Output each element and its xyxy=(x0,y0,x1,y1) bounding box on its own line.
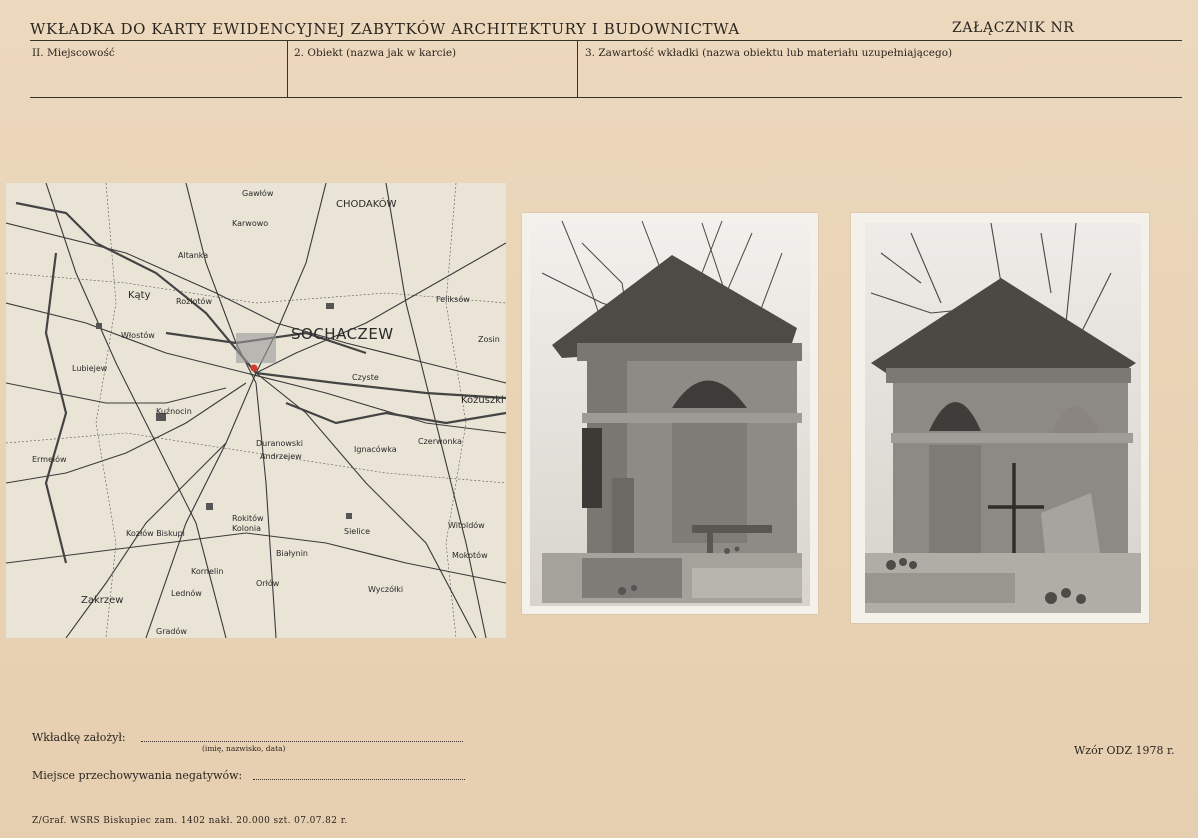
field-locality: II. Miejscowość xyxy=(32,47,115,59)
header-top-rule xyxy=(30,40,1182,41)
photo-chapel-side-view xyxy=(522,213,818,614)
annex-number-label: ZAŁĄCZNIK NR xyxy=(952,20,1075,36)
map-label-razlotow: Rozlotów xyxy=(176,297,212,306)
map-label-altanka: Altanka xyxy=(178,251,209,260)
map-label-gradow: Gradów xyxy=(156,627,187,636)
founded-by-field[interactable] xyxy=(141,741,463,742)
map-label-sochaczew: SOCHACZEW xyxy=(291,325,394,343)
photo-chapel-front-image xyxy=(865,222,1141,613)
map-label-sielice: Sielice xyxy=(344,527,370,536)
header-bottom-rule xyxy=(30,97,1182,98)
negatives-storage-field[interactable] xyxy=(253,779,465,780)
map-label-rokitow: Rokitów xyxy=(232,514,264,523)
map-label-felikslow: Feliksów xyxy=(436,295,470,304)
map-label-orlow: Orłów xyxy=(256,579,280,588)
founded-by-label: Wkładkę założył: xyxy=(32,731,126,744)
map-label-lubiejew: Lubiejew xyxy=(72,364,108,373)
map-label-bialynin: Białynin xyxy=(276,549,308,558)
map-roads xyxy=(6,183,506,638)
map-label-ermelow: Ermelów xyxy=(32,455,67,464)
field-divider-2 xyxy=(577,40,578,97)
photo-chapel-front-view xyxy=(851,213,1149,623)
map-label-kozlow: Kozłów Biskupi xyxy=(126,529,185,538)
map-label-wlostow: Włostów xyxy=(121,331,155,340)
founded-by-hint: (imię, nazwisko, data) xyxy=(202,744,286,753)
map-label-witoldow: Witoldów xyxy=(448,521,485,530)
form-model-label: Wzór ODZ 1978 r. xyxy=(1074,744,1175,757)
field-object: 2. Obiekt (nazwa jak w karcie) xyxy=(294,47,457,59)
field-contents: 3. Zawartość wkładki (nazwa obiektu lub … xyxy=(585,47,953,59)
map-label-zosin: Zosin xyxy=(478,335,500,344)
negatives-storage-label: Miejsce przechowywania negatywów: xyxy=(32,769,243,782)
map-label-ignacow: Ignacówka xyxy=(354,445,397,454)
card-title: WKŁADKA DO KARTY EWIDENCYJNEJ ZABYTKÓW A… xyxy=(30,20,740,38)
field-divider-1 xyxy=(287,40,288,97)
map-label-chodakow: CHODAKÓW xyxy=(336,199,397,210)
photo-chapel-side-image xyxy=(530,220,810,606)
map-label-czyste: Czyste xyxy=(352,373,379,382)
map-label-andrzejew: Andrzejew xyxy=(260,452,302,461)
map-label-wyczolki: Wyczółki xyxy=(368,585,404,594)
map-label-kolonia: Kolonia xyxy=(232,524,262,533)
map-label-kozuszki: Kożuszki xyxy=(461,395,504,406)
inventory-card-insert: WKŁADKA DO KARTY EWIDENCYJNEJ ZABYTKÓW A… xyxy=(0,0,1198,838)
map-label-katy: Kąty xyxy=(128,290,151,301)
map-label-czerwonka: Czerwonka xyxy=(418,437,462,446)
map-label-zakrzew: Zakrzew xyxy=(81,595,124,606)
map-label-mokotow: Mokotów xyxy=(452,551,488,560)
map-label-lednow: Lednów xyxy=(171,589,202,598)
map-label-duranow: Duranowski xyxy=(256,439,303,448)
map-label-karwowo: Karwowo xyxy=(232,219,269,228)
print-info: Z/Graf. WSRS Biskupiec zam. 1402 nakł. 2… xyxy=(32,816,348,826)
map-label-gawlow: Gawłów xyxy=(242,189,274,198)
location-map: SOCHACZEW CHODAKÓW Kąty Rozlotów Feliksó… xyxy=(6,183,506,638)
map-label-kuznocin: Kuźnocin xyxy=(156,407,192,416)
map-label-kornelin: Kornelin xyxy=(191,567,224,576)
